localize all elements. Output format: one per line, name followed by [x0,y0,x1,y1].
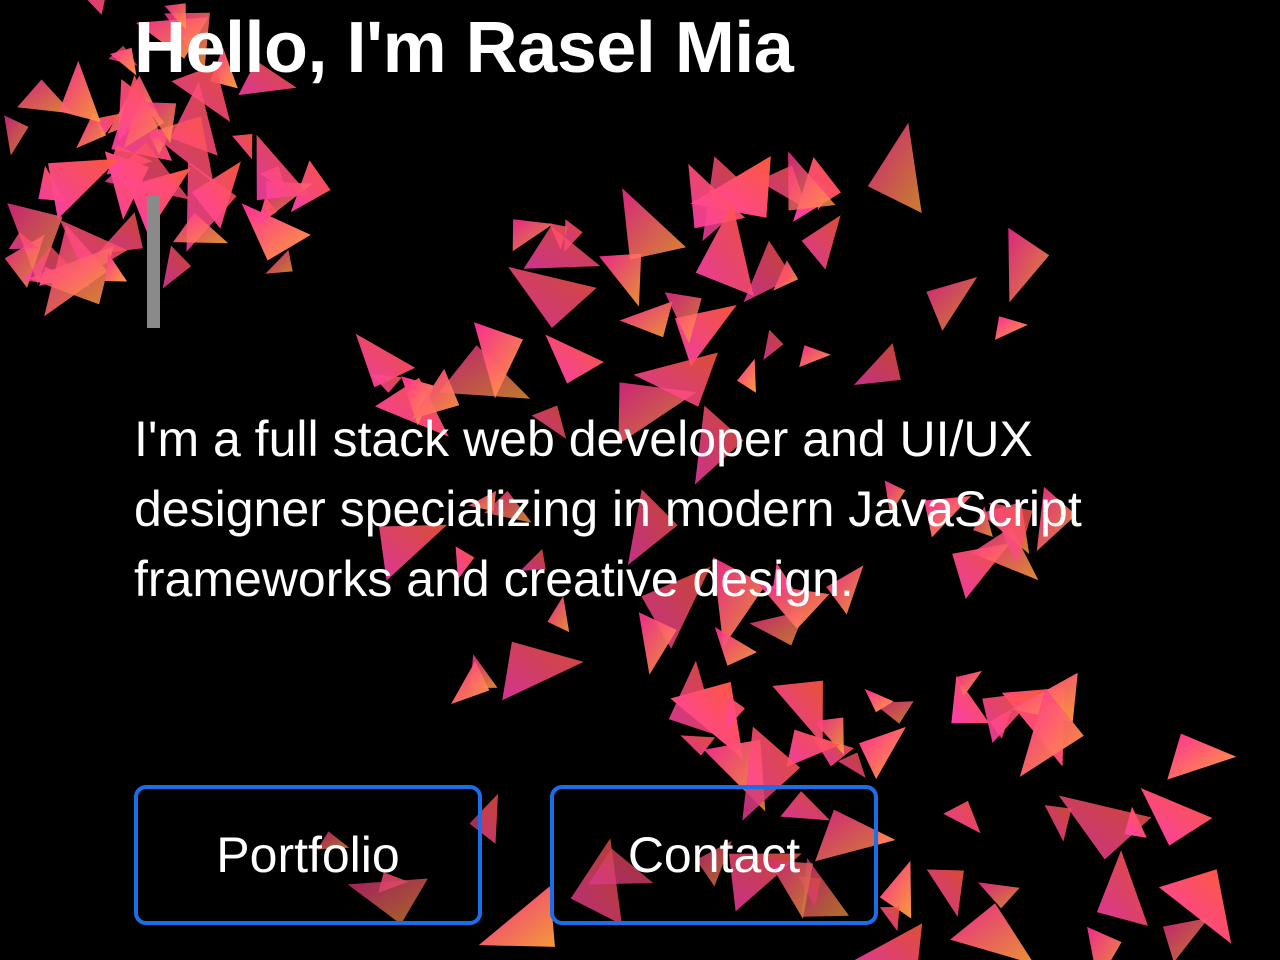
hero-description: I'm a full stack web developer and UI/UX… [134,411,1082,607]
portfolio-button[interactable]: Portfolio [134,785,482,925]
hero-title: Hello, I'm Rasel Mia [134,8,794,88]
contact-button[interactable]: Contact [550,785,878,925]
typing-cursor [147,196,160,328]
hero-section: Hello, I'm Rasel Mia I'm a full stack we… [0,0,1280,960]
